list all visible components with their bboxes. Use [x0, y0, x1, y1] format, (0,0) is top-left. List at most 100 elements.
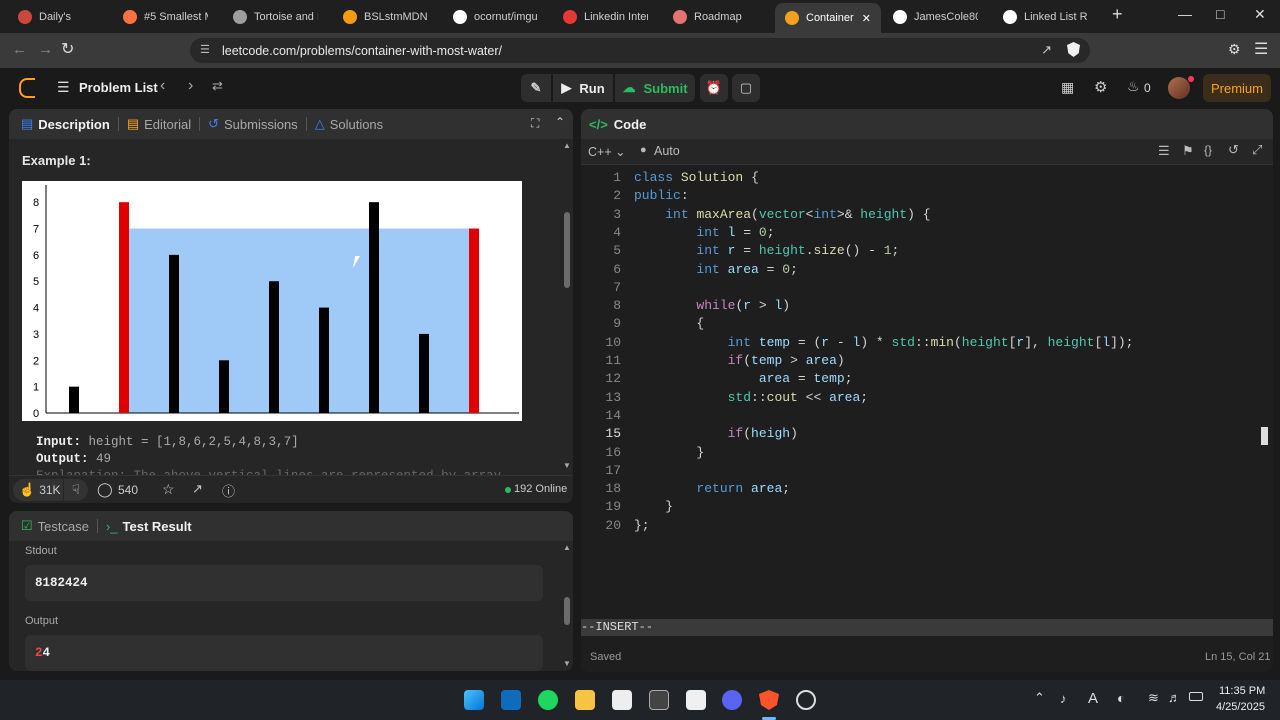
browser-tab[interactable]: Tortoise and Ha — [223, 4, 328, 30]
mode-label[interactable]: Auto — [654, 144, 680, 158]
submit-button[interactable]: ☁ Submit — [615, 74, 695, 102]
browser-tab[interactable]: #5 Smallest Mu — [113, 4, 218, 30]
browser-tab[interactable]: Container W ✕ — [775, 3, 881, 33]
chart-app-icon[interactable] — [612, 690, 632, 710]
browser-tab[interactable]: ocornut/imgui — [443, 4, 548, 30]
code-line[interactable]: int area = 0; — [634, 262, 797, 280]
notes-button[interactable]: ▢ — [732, 74, 760, 102]
browser-tab[interactable]: Linked List Rev — [993, 4, 1098, 30]
clock-date[interactable]: 4/25/2025 — [1216, 701, 1265, 713]
microphone-icon[interactable]: ♪ — [1060, 691, 1067, 706]
sync-icon[interactable]: ◐ — [1117, 690, 1125, 706]
code-line[interactable]: if(temp > area) — [634, 353, 845, 371]
help-icon[interactable]: ⓘ — [222, 481, 235, 500]
comment-icon[interactable]: ◯ — [97, 481, 113, 498]
reload-icon[interactable]: ↻ — [61, 39, 74, 59]
like-button[interactable]: ☝ 31K — [13, 479, 63, 501]
layout-icon[interactable]: ▦ — [1061, 79, 1074, 96]
code-line[interactable]: return area; — [634, 481, 790, 499]
maximize-icon[interactable]: □ — [1216, 6, 1224, 22]
result-scroll-up-icon[interactable]: ▲ — [563, 543, 571, 552]
collapse-icon[interactable]: ⌃ — [555, 115, 565, 129]
discord-icon[interactable] — [722, 690, 742, 710]
code-line[interactable]: } — [634, 499, 673, 517]
prev-problem-icon[interactable]: ‹ — [160, 77, 165, 95]
browser-tab[interactable]: Daily's — [8, 4, 108, 30]
extensions-icon[interactable]: ⚙ — [1228, 41, 1241, 58]
result-scrollbar[interactable] — [564, 597, 570, 625]
language-select[interactable]: C++ ⌄ — [588, 144, 626, 159]
browser-tab[interactable]: Roadmap — [663, 4, 763, 30]
scroll-down-icon[interactable]: ▼ — [563, 461, 571, 470]
code-line[interactable]: }; — [634, 518, 650, 536]
format-icon[interactable]: ☰ — [1158, 143, 1170, 159]
code-line[interactable]: } — [634, 445, 704, 463]
favorite-star-icon[interactable]: ☆ — [162, 481, 175, 498]
code-line[interactable]: int r = height.size() - 1; — [634, 243, 899, 261]
run-button[interactable]: ▶ Run — [553, 74, 613, 102]
wifi-icon[interactable]: ≋ — [1148, 690, 1159, 706]
problem-list-link[interactable]: Problem List — [79, 80, 158, 95]
tab-description[interactable]: ▤ Description — [13, 116, 118, 132]
share-icon[interactable]: ↗ — [1041, 42, 1052, 58]
debug-button[interactable]: ✎ — [521, 74, 551, 102]
url-field[interactable]: ☰ leetcode.com/problems/container-with-m… — [190, 38, 1090, 63]
next-problem-icon[interactable]: › — [188, 77, 193, 95]
outlook-icon[interactable] — [501, 690, 521, 710]
reset-icon[interactable]: ↺ — [1228, 142, 1239, 158]
tab-solutions[interactable]: △ Solutions — [307, 116, 391, 132]
code-line[interactable]: int l = 0; — [634, 225, 774, 243]
clock-time[interactable]: 11:35 PM — [1219, 685, 1265, 697]
forward-icon[interactable]: → — [38, 41, 53, 58]
avatar[interactable] — [1168, 77, 1190, 99]
timer-button[interactable]: ⏰ — [700, 74, 728, 102]
code-line[interactable]: class Solution { — [634, 170, 759, 188]
leetcode-logo-icon[interactable] — [19, 78, 35, 98]
notion-icon[interactable] — [686, 690, 706, 710]
shuffle-icon[interactable]: ⇄ — [212, 78, 223, 94]
calendar-icon[interactable] — [649, 690, 669, 710]
code-line[interactable]: if(heigh) — [634, 426, 798, 444]
new-tab-button[interactable]: + — [1112, 4, 1123, 25]
code-line[interactable]: int temp = (r - l) * std::min(height[r],… — [634, 335, 1134, 353]
code-editor[interactable]: 1 class Solution {2 public: 3 int maxArea(v… — [581, 170, 1261, 620]
brave-shield-icon[interactable] — [1067, 42, 1080, 57]
description-scrollbar[interactable] — [564, 212, 570, 288]
font-icon[interactable]: A — [1088, 690, 1098, 707]
file-explorer-icon[interactable] — [575, 690, 595, 710]
settings-gear-icon[interactable]: ⚙ — [1094, 78, 1107, 96]
code-line[interactable]: while(r > l) — [634, 298, 790, 316]
tab-testcase[interactable]: ☑ Testcase — [13, 518, 97, 534]
code-line[interactable]: std::cout << area; — [634, 390, 868, 408]
dislike-button[interactable]: ☟ — [64, 479, 88, 501]
fullscreen-icon[interactable]: ⤢ — [1252, 142, 1262, 158]
editor-scrollbar[interactable] — [1261, 427, 1268, 445]
streak-flame-icon[interactable]: ♨ — [1127, 78, 1140, 95]
browser-tab[interactable]: Linkedin Intervi — [553, 4, 658, 30]
tray-chevron-icon[interactable]: ⌃ — [1034, 690, 1045, 706]
site-info-icon[interactable]: ☰ — [200, 43, 210, 56]
back-icon[interactable]: ← — [12, 41, 27, 58]
close-window-icon[interactable]: ✕ — [1254, 6, 1266, 23]
scroll-up-icon[interactable]: ▲ — [563, 141, 571, 150]
code-line[interactable]: int maxArea(vector<int>& height) { — [634, 207, 930, 225]
code-line[interactable]: area = temp; — [634, 371, 853, 389]
battery-icon[interactable] — [1189, 692, 1203, 701]
bookmark-icon[interactable]: ⚑ — [1182, 143, 1194, 159]
spotify-icon[interactable] — [538, 690, 558, 710]
share-link-icon[interactable]: ↗ — [192, 481, 203, 497]
tab-submissions[interactable]: ↺ Submissions — [200, 116, 306, 132]
windows-start-icon[interactable] — [464, 690, 484, 710]
tab-editorial[interactable]: ▤ Editorial — [119, 116, 199, 132]
brave-browser-icon[interactable] — [759, 690, 779, 710]
close-tab-icon[interactable]: ✕ — [862, 12, 871, 25]
browser-menu-icon[interactable]: ☰ — [1254, 39, 1268, 59]
volume-icon[interactable]: ♬ — [1168, 690, 1181, 705]
premium-button[interactable]: Premium — [1203, 74, 1271, 102]
result-scroll-down-icon[interactable]: ▼ — [563, 659, 571, 668]
openai-icon[interactable] — [796, 690, 816, 710]
browser-tab[interactable]: JamesCole809/ — [883, 4, 988, 30]
comments-count[interactable]: 540 — [118, 483, 138, 497]
minimize-icon[interactable]: — — [1178, 6, 1192, 22]
code-line[interactable]: public: — [634, 188, 689, 206]
